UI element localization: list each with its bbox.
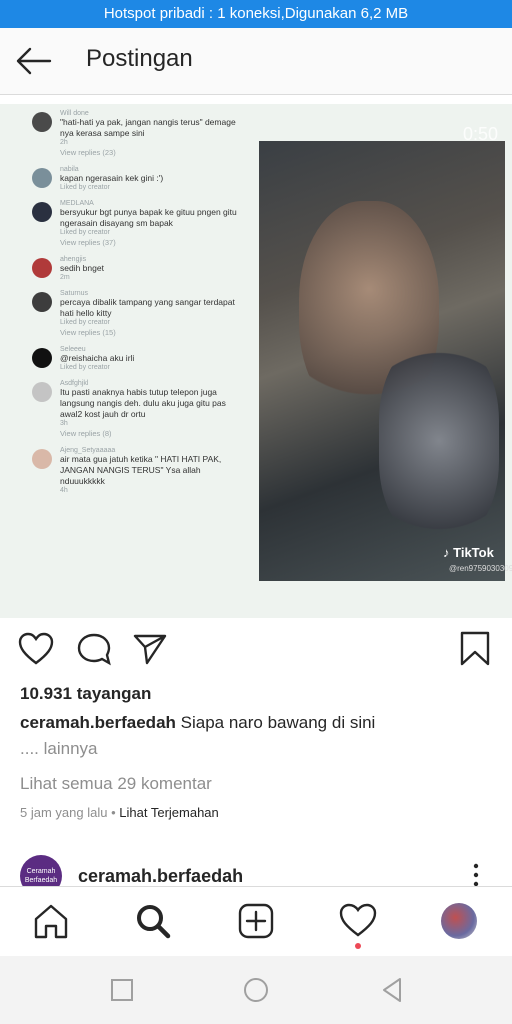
post-media[interactable]: Will done "hati-hati ya pak, jangan nang… (0, 104, 512, 618)
profile-avatar-icon[interactable] (441, 903, 477, 939)
status-text: Hotspot pribadi : 1 koneksi,Digunakan 6,… (103, 5, 409, 22)
system-nav-bar (0, 956, 512, 1024)
video-timer: 0:50 (462, 124, 498, 144)
add-post-icon[interactable] (236, 901, 276, 941)
next-post-header: Ceramah Berfaedah ceramah.berfaedah (20, 855, 500, 897)
commenter-avatar (32, 112, 52, 132)
activity-heart-icon[interactable] (338, 901, 378, 941)
commenter-avatar (32, 382, 52, 402)
back-button-icon[interactable] (378, 976, 406, 1004)
comment-text: @reishaicha aku irli (60, 353, 135, 363)
commenter-avatar (32, 449, 52, 469)
status-bar: Hotspot pribadi : 1 koneksi,Digunakan 6,… (0, 0, 512, 28)
post-time-row: 5 jam yang lalu • Lihat Terjemahan (20, 805, 219, 820)
bookmark-icon[interactable] (458, 630, 492, 668)
comment-icon[interactable] (76, 632, 112, 666)
comment-username: MEDLANA (60, 200, 94, 207)
home-icon[interactable] (31, 901, 71, 941)
tiktok-username: @ren97590303099 (449, 564, 512, 573)
comment-username: Saturnus (60, 290, 89, 297)
comment-text: sedih bnget (60, 263, 104, 273)
comment-meta: Liked by creator (60, 364, 110, 371)
comment-view-replies: View replies (23) (60, 148, 116, 157)
notification-dot (355, 943, 361, 949)
comment-meta: Liked by creator (60, 319, 110, 326)
comment-item: Ajeng_Setyaaaaa air mata gua jatuh ketik… (28, 447, 238, 494)
video-subject (379, 341, 499, 541)
comment-text: "hati-hati ya pak, jangan nangis terus" … (60, 117, 236, 138)
commenter-avatar (32, 168, 52, 188)
comment-username: Seleeeu (60, 346, 86, 353)
comment-item: Seleeeu @reishaicha aku irli Liked by cr… (28, 346, 238, 371)
comment-text: percaya dibalik tampang yang sangar terd… (60, 297, 235, 318)
post-caption: ceramah.berfaedah Siapa naro bawang di s… (20, 713, 500, 733)
comment-username: Will done (60, 110, 89, 117)
next-post-username[interactable]: ceramah.berfaedah (78, 866, 243, 887)
send-icon[interactable] (132, 632, 168, 666)
commenter-avatar (32, 292, 52, 312)
comment-view-replies: View replies (37) (60, 238, 116, 247)
comment-meta: 4h (60, 487, 68, 494)
caption-more-link[interactable]: .... lainnya (20, 739, 98, 759)
comment-username: ahengjis (60, 256, 87, 263)
home-button-icon[interactable] (242, 976, 270, 1004)
comment-text: Itu pasti anaknya habis tutup telepon ju… (60, 387, 226, 419)
post-actions (0, 624, 512, 674)
comment-username: Ajeng_Setyaaaaa (60, 447, 116, 454)
bottom-tab-bar (0, 886, 512, 955)
video-frame[interactable] (259, 141, 505, 581)
comment-meta: 2h (60, 139, 68, 146)
comment-meta: 2m (60, 274, 70, 281)
caption-username[interactable]: ceramah.berfaedah (20, 713, 176, 732)
tiktok-watermark: ♪ TikTok (443, 545, 494, 560)
comment-username: nabila (60, 166, 79, 173)
comment-view-replies: View replies (15) (60, 328, 116, 337)
arrow-left-icon[interactable] (14, 46, 54, 76)
comment-text: kapan ngerasain kek gini :') (60, 173, 164, 183)
tiktok-label: TikTok (453, 545, 494, 560)
view-all-comments-link[interactable]: Lihat semua 29 komentar (20, 774, 212, 794)
caption-text: Siapa naro bawang di sini (180, 713, 376, 732)
comment-meta: Liked by creator (60, 184, 110, 191)
more-options-icon[interactable] (470, 863, 482, 887)
comment-view-replies: View replies (8) (60, 429, 112, 438)
separator-dot: • (111, 805, 116, 820)
comment-item: Will done "hati-hati ya pak, jangan nang… (28, 110, 238, 157)
comment-text: air mata gua jatuh ketika " HATI HATI PA… (60, 454, 222, 486)
comment-item: ahengjis sedih bnget 2m (28, 256, 238, 281)
comment-item: Saturnus percaya dibalik tampang yang sa… (28, 290, 238, 337)
screenshot-comments: Will done "hati-hati ya pak, jangan nang… (28, 110, 238, 503)
comment-item: MEDLANA bersyukur bgt punya bapak ke git… (28, 200, 238, 247)
heart-icon[interactable] (18, 632, 54, 666)
comment-text: bersyukur bgt punya bapak ke gituu pngen… (60, 207, 237, 228)
search-icon[interactable] (133, 901, 173, 941)
commenter-avatar (32, 258, 52, 278)
comment-meta: 3h (60, 420, 68, 427)
recent-apps-icon[interactable] (108, 976, 136, 1004)
app-bar: Postingan (0, 28, 512, 95)
commenter-avatar (32, 202, 52, 222)
page-title: Postingan (86, 45, 193, 72)
comment-username: Asdfghjkl (60, 380, 89, 387)
comment-item: nabila kapan ngerasain kek gini :') Like… (28, 166, 238, 191)
view-count: 10.931 tayangan (20, 684, 152, 703)
comment-item: Asdfghjkl Itu pasti anaknya habis tutup … (28, 380, 238, 438)
comment-meta: Liked by creator (60, 229, 110, 236)
commenter-avatar (32, 348, 52, 368)
translate-link[interactable]: Lihat Terjemahan (119, 805, 219, 820)
post-timestamp: 5 jam yang lalu (20, 805, 108, 820)
